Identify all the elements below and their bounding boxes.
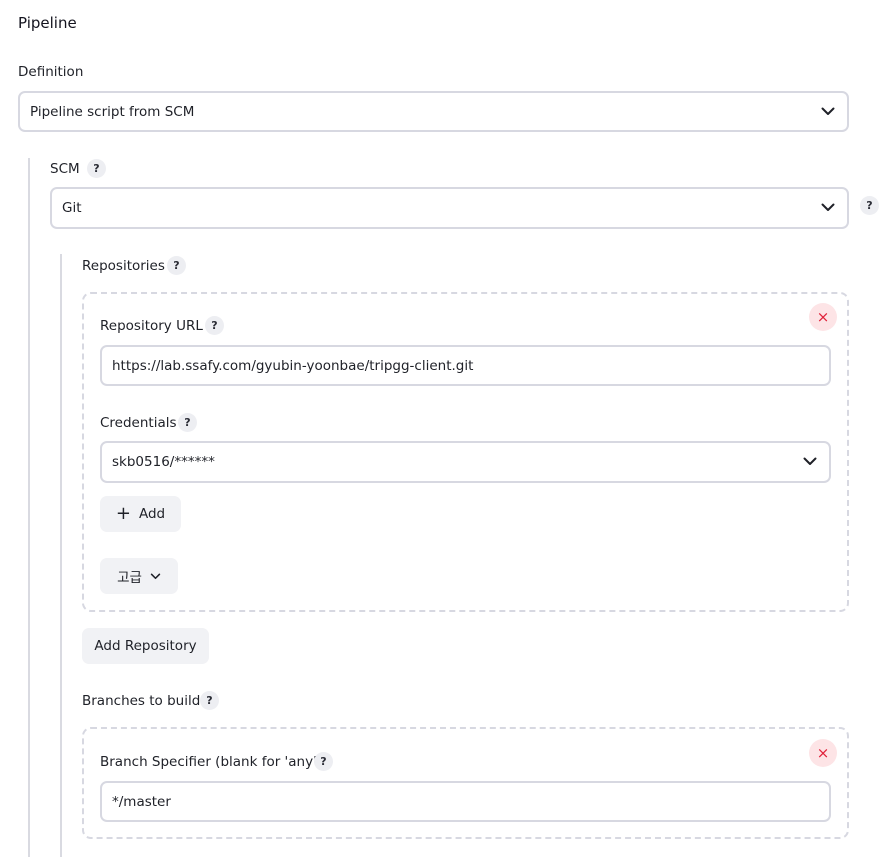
scm-selected-value: Git: [62, 200, 82, 216]
branches-help-icon[interactable]: ?: [200, 691, 219, 710]
scm-help-icon[interactable]: ?: [87, 159, 106, 178]
scm-nesting-bar: [28, 158, 30, 857]
definition-select[interactable]: Pipeline script from SCM: [18, 91, 849, 132]
chevron-down-icon: [803, 457, 817, 465]
close-icon: ×: [816, 308, 830, 326]
chevron-down-icon: [821, 203, 835, 211]
add-repository-label: Add Repository: [94, 638, 197, 654]
definition-label: Definition: [18, 64, 84, 80]
advanced-button[interactable]: 고급: [100, 558, 178, 594]
branch-specifier-value: */master: [112, 793, 171, 810]
branch-specifier-label: Branch Specifier (blank for 'any'): [100, 754, 323, 770]
add-repository-button[interactable]: Add Repository: [82, 628, 209, 664]
repository-url-label: Repository URL: [100, 318, 203, 334]
branch-specifier-input[interactable]: */master: [100, 781, 831, 822]
delete-repository-button[interactable]: ×: [809, 303, 837, 331]
credentials-help-icon[interactable]: ?: [178, 413, 197, 432]
add-credentials-button[interactable]: + Add: [100, 496, 181, 532]
definition-selected-value: Pipeline script from SCM: [30, 103, 195, 120]
repository-url-value: https://lab.ssafy.com/gyubin-yoonbae/tri…: [112, 357, 474, 374]
credentials-selected-value: skb0516/******: [112, 454, 215, 470]
credentials-select[interactable]: skb0516/******: [100, 441, 831, 483]
repositories-label: Repositories: [82, 258, 165, 274]
repository-url-help-icon[interactable]: ?: [205, 316, 224, 335]
git-nesting-bar: [60, 254, 62, 857]
repository-url-input[interactable]: https://lab.ssafy.com/gyubin-yoonbae/tri…: [100, 345, 831, 386]
branch-specifier-help-icon[interactable]: ?: [314, 752, 333, 771]
add-credentials-label: Add: [138, 506, 166, 522]
credentials-label: Credentials: [100, 415, 177, 431]
scm-label: SCM: [50, 161, 80, 177]
delete-branch-button[interactable]: ×: [809, 739, 837, 767]
branches-label: Branches to build: [82, 693, 201, 709]
repositories-help-icon[interactable]: ?: [167, 256, 186, 275]
chevron-down-icon: [150, 573, 161, 579]
scm-select[interactable]: Git: [50, 187, 849, 229]
chevron-down-icon: [821, 107, 835, 115]
close-icon: ×: [816, 744, 830, 762]
advanced-label: 고급: [117, 570, 142, 586]
section-title: Pipeline: [18, 14, 77, 32]
plus-icon: +: [115, 503, 131, 524]
scm-side-help-icon[interactable]: ?: [860, 196, 879, 215]
